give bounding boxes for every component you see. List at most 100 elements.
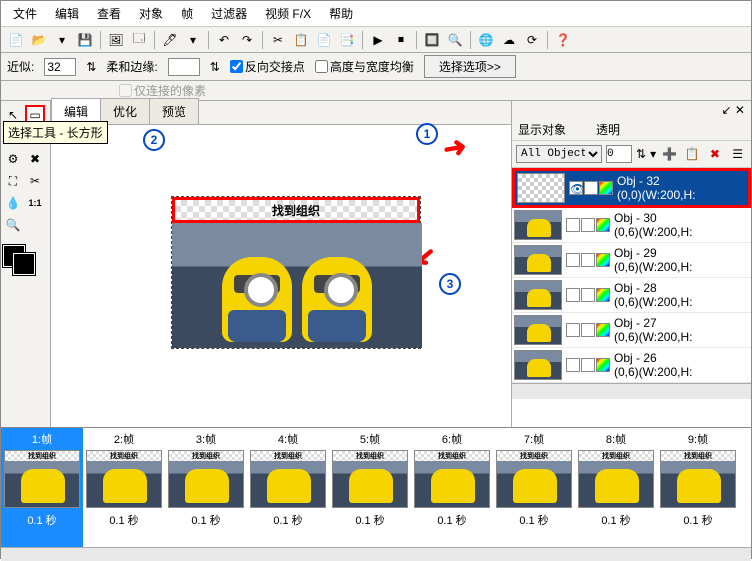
obj-flags[interactable]: 👁 xyxy=(569,181,613,195)
menu-object[interactable]: 对象 xyxy=(131,3,171,24)
frame-item[interactable]: 2:帧找到组织0.1 秒 xyxy=(83,428,165,547)
obj-menu-icon[interactable]: ☰ xyxy=(728,143,747,165)
menu-frame[interactable]: 帧 xyxy=(173,3,201,24)
save-icon[interactable]: 💾 xyxy=(74,29,96,51)
menu-file[interactable]: 文件 xyxy=(5,3,45,24)
play-icon[interactable]: ▶ xyxy=(367,29,389,51)
tool-a-icon[interactable]: 🖼 xyxy=(105,29,127,51)
menu-videofx[interactable]: 视频 F/X xyxy=(257,3,319,24)
annotation-badge-2: 2 xyxy=(143,129,165,151)
frame-item[interactable]: 9:帧找到组织0.1 秒 xyxy=(657,428,739,547)
object-row[interactable]: Obj - 27(0,6)(W:200,H: xyxy=(512,313,751,348)
frame-label: 3:帧 xyxy=(167,430,245,448)
view-tabs: 编辑 优化 预览 xyxy=(51,101,511,125)
approx-label: 近似: xyxy=(7,58,34,75)
annotation-badge-3: 3 xyxy=(439,273,461,295)
select-options-button[interactable]: 选择选项>> xyxy=(424,55,516,78)
cloud-icon[interactable]: ☁ xyxy=(498,29,520,51)
obj-flags[interactable] xyxy=(566,218,610,232)
paste-icon[interactable]: 📄 xyxy=(313,29,335,51)
frame-item[interactable]: 5:帧找到组织0.1 秒 xyxy=(329,428,411,547)
eye-icon[interactable]: 👁 xyxy=(569,181,583,195)
wand-tool-icon[interactable]: ⚙ xyxy=(3,149,23,169)
tool-b-icon[interactable]: 🗔 xyxy=(128,29,150,51)
chk-reverse[interactable]: 反向交接点 xyxy=(230,58,305,75)
wand-icon[interactable]: 🖊 xyxy=(159,29,181,51)
grid-icon[interactable]: 🔲 xyxy=(421,29,443,51)
frame-thumb: 找到组织 xyxy=(660,450,736,508)
copy-icon[interactable]: 📋 xyxy=(290,29,312,51)
zoom11-tool-icon[interactable]: 1:1 xyxy=(25,193,45,213)
crop2-tool-icon[interactable]: ✂ xyxy=(25,171,45,191)
redo-icon[interactable]: ↷ xyxy=(236,29,258,51)
menu-view[interactable]: 查看 xyxy=(89,3,129,24)
menu-filter[interactable]: 过滤器 xyxy=(203,3,255,24)
web-icon[interactable]: ⟳ xyxy=(521,29,543,51)
frame-thumb: 找到组织 xyxy=(250,450,326,508)
obj-thumb xyxy=(514,245,562,275)
zoom-icon[interactable]: 🔍 xyxy=(444,29,466,51)
panel-close-icon[interactable]: ↙ ✕ xyxy=(722,103,745,117)
chk-ratio[interactable]: 高度与宽度均衡 xyxy=(315,58,414,75)
object-row[interactable]: 👁Obj - 32(0,0)(W:200,H: xyxy=(512,168,751,208)
spinner-icon[interactable]: ⇅ xyxy=(86,60,96,74)
frame-time: 0.1 秒 xyxy=(659,510,737,530)
softedge-input[interactable] xyxy=(168,58,200,76)
bg-color[interactable] xyxy=(13,253,35,275)
objects-filter-select[interactable]: All Object▾ xyxy=(516,145,602,163)
menu-edit[interactable]: 编辑 xyxy=(47,3,87,24)
crop-tool-icon[interactable]: ⛶ xyxy=(3,171,23,191)
obj-del-icon[interactable]: ✖ xyxy=(706,143,725,165)
approx-input[interactable] xyxy=(44,58,76,76)
dropdown2-icon[interactable]: ▾ xyxy=(182,29,204,51)
obj-scrollbar[interactable] xyxy=(512,383,751,399)
canvas-selection[interactable]: 找到组织 xyxy=(171,196,421,349)
obj-thumb xyxy=(517,173,565,203)
frames-strip[interactable]: 1:帧找到组织0.1 秒2:帧找到组织0.1 秒3:帧找到组织0.1 秒4:帧找… xyxy=(1,427,751,547)
object-row[interactable]: Obj - 29(0,6)(W:200,H: xyxy=(512,243,751,278)
obj-meta: Obj - 26(0,6)(W:200,H: xyxy=(614,351,692,380)
frame-thumb: 找到组织 xyxy=(86,450,162,508)
obj-flags[interactable] xyxy=(566,253,610,267)
spinner3-icon[interactable]: ⇅ xyxy=(636,147,646,161)
frame-label: 6:帧 xyxy=(413,430,491,448)
menubar: 文件 编辑 查看 对象 帧 过滤器 视频 F/X 帮助 xyxy=(1,1,751,27)
obj-new-icon[interactable]: ➕ xyxy=(660,143,679,165)
menu-help[interactable]: 帮助 xyxy=(321,3,361,24)
cut-icon[interactable]: ✂ xyxy=(267,29,289,51)
frame-item[interactable]: 8:帧找到组织0.1 秒 xyxy=(575,428,657,547)
new-icon[interactable]: 📄 xyxy=(5,29,27,51)
open-icon[interactable]: 📂 xyxy=(28,29,50,51)
undo-icon[interactable]: ↶ xyxy=(213,29,235,51)
dropdown-icon[interactable]: ▾ xyxy=(51,29,73,51)
frame-item[interactable]: 3:帧找到组织0.1 秒 xyxy=(165,428,247,547)
tab-preview[interactable]: 预览 xyxy=(149,98,199,124)
frame-item[interactable]: 6:帧找到组织0.1 秒 xyxy=(411,428,493,547)
frame-item[interactable]: 1:帧找到组织0.1 秒 xyxy=(1,428,83,547)
frame-label: 1:帧 xyxy=(3,430,81,448)
obj-flags[interactable] xyxy=(566,288,610,302)
ie-icon[interactable]: 🌐 xyxy=(475,29,497,51)
frame-time: 0.1 秒 xyxy=(495,510,573,530)
help-icon[interactable]: ❓ xyxy=(552,29,574,51)
frame-time: 0.1 秒 xyxy=(331,510,409,530)
eyedrop-tool-icon[interactable]: 💧 xyxy=(3,193,23,213)
spinner2-icon[interactable]: ⇅ xyxy=(210,60,220,74)
obj-flags[interactable] xyxy=(566,323,610,337)
object-row[interactable]: Obj - 26(0,6)(W:200,H: xyxy=(512,348,751,383)
object-row[interactable]: Obj - 28(0,6)(W:200,H: xyxy=(512,278,751,313)
stop-icon[interactable]: ⏹ xyxy=(390,29,412,51)
opacity-input[interactable] xyxy=(606,145,632,163)
obj-flags[interactable] xyxy=(566,358,610,372)
obj-dup-icon[interactable]: 📋 xyxy=(683,143,702,165)
obj-meta: Obj - 27(0,6)(W:200,H: xyxy=(614,316,692,345)
zoom-tool-icon[interactable]: 🔍 xyxy=(3,215,23,235)
object-row[interactable]: Obj - 30(0,6)(W:200,H: xyxy=(512,208,751,243)
objects-list[interactable]: 👁Obj - 32(0,0)(W:200,H:Obj - 30(0,6)(W:2… xyxy=(512,168,751,427)
frame-label: 2:帧 xyxy=(85,430,163,448)
color-swatches[interactable] xyxy=(3,245,43,275)
x-tool-icon[interactable]: ✖ xyxy=(25,149,45,169)
frame-item[interactable]: 7:帧找到组织0.1 秒 xyxy=(493,428,575,547)
paste2-icon[interactable]: 📑 xyxy=(336,29,358,51)
frame-item[interactable]: 4:帧找到组织0.1 秒 xyxy=(247,428,329,547)
